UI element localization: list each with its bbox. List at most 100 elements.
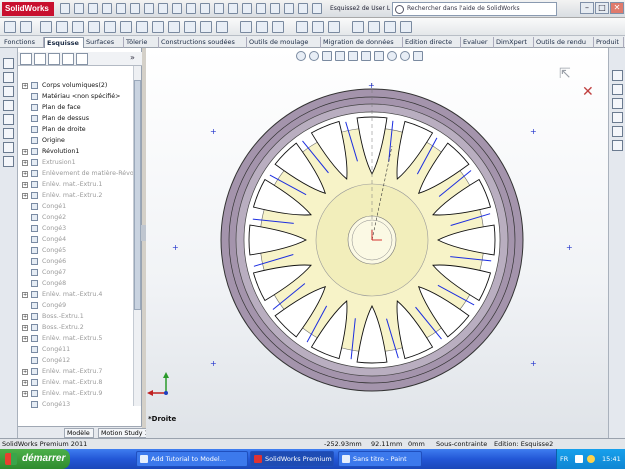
rapid-sketch-icon[interactable] bbox=[400, 21, 412, 33]
tree-item[interactable]: + Enlèv. mat.-Extru.5 bbox=[18, 333, 133, 344]
tree-item[interactable]: + Enlèv. mat.-Extru.4 bbox=[18, 289, 133, 300]
volume-icon[interactable] bbox=[587, 455, 595, 463]
tree-item[interactable]: + Enlèv. mat.-Extru.2 bbox=[18, 190, 133, 201]
expand-toggle-icon[interactable]: + bbox=[22, 160, 28, 166]
taskbar-item-solidworks[interactable]: SolidWorks Premium 2... bbox=[250, 451, 334, 467]
slot-icon[interactable] bbox=[72, 21, 84, 33]
expand-panel-icon[interactable]: » bbox=[130, 53, 135, 62]
options-icon[interactable] bbox=[158, 3, 168, 14]
sketch-line-icon[interactable] bbox=[172, 3, 182, 14]
sketch-circle-icon[interactable] bbox=[200, 3, 210, 14]
polygon-icon[interactable] bbox=[120, 21, 132, 33]
network-icon[interactable] bbox=[575, 455, 583, 463]
sketch-pattern-icon[interactable] bbox=[284, 3, 294, 14]
help-search-input[interactable]: Rechercher dans l'aide de SolidWorks bbox=[392, 2, 557, 16]
tree-item[interactable]: + Corps volumiques(2) bbox=[18, 80, 133, 91]
repair-sketch-icon[interactable] bbox=[368, 21, 380, 33]
tree-item[interactable]: + Enlèv. mat.-Extru.7 bbox=[18, 366, 133, 377]
sketch-icon[interactable] bbox=[4, 21, 16, 33]
tree-item[interactable]: Congé12 bbox=[18, 355, 133, 366]
maximize-button[interactable]: □ bbox=[595, 2, 609, 14]
expand-toggle-icon[interactable]: + bbox=[22, 193, 28, 199]
tree-item[interactable]: + Révolution1 bbox=[18, 146, 133, 157]
sketch-rectangle-icon[interactable] bbox=[186, 3, 196, 14]
tree-item[interactable]: Congé1 bbox=[18, 201, 133, 212]
graphics-area[interactable]: ⇱ ✕ + + + + + + + *Droite bbox=[146, 48, 608, 438]
tab-edition-directe[interactable]: Edition directe bbox=[403, 37, 461, 48]
expand-toggle-icon[interactable]: + bbox=[22, 336, 28, 342]
select-icon[interactable] bbox=[130, 3, 140, 14]
view-palette-icon[interactable] bbox=[3, 128, 14, 139]
tab-fonctions[interactable]: Fonctions bbox=[2, 37, 44, 48]
start-button[interactable]: démarrer bbox=[0, 449, 70, 469]
file-explorer-tab-icon[interactable] bbox=[612, 98, 623, 109]
tree-item[interactable]: Congé13 bbox=[18, 399, 133, 410]
view-palette-tab-icon[interactable] bbox=[612, 112, 623, 123]
undo-icon[interactable] bbox=[116, 3, 126, 14]
expand-toggle-icon[interactable]: + bbox=[22, 171, 28, 177]
point-icon[interactable] bbox=[216, 21, 228, 33]
relations-icon[interactable] bbox=[298, 3, 308, 14]
tree-item[interactable]: Congé11 bbox=[18, 344, 133, 355]
tab-esquisse[interactable]: Esquisse bbox=[44, 37, 84, 48]
dimension-icon[interactable] bbox=[312, 3, 322, 14]
sketch-trim-icon[interactable] bbox=[242, 3, 252, 14]
display-relations-icon[interactable] bbox=[352, 21, 364, 33]
tree-scrollbar-thumb[interactable] bbox=[134, 80, 141, 310]
search-tool-icon[interactable] bbox=[3, 114, 14, 125]
tree-item[interactable]: + Enlèv. mat.-Extru.1 bbox=[18, 179, 133, 190]
resources-icon[interactable] bbox=[3, 72, 14, 83]
custom-properties-icon[interactable] bbox=[3, 156, 14, 167]
expand-toggle-icon[interactable]: + bbox=[22, 380, 28, 386]
trim-entities-icon[interactable] bbox=[240, 21, 252, 33]
save-icon[interactable] bbox=[88, 3, 98, 14]
close-button[interactable]: ✕ bbox=[610, 2, 624, 14]
fillet-sketch-icon[interactable] bbox=[168, 21, 180, 33]
solidworks-logo[interactable]: SolidWorks bbox=[2, 2, 54, 16]
design-library-icon[interactable] bbox=[3, 86, 14, 97]
tab-evaluer[interactable]: Evaluer bbox=[461, 37, 494, 48]
design-library-tab-icon[interactable] bbox=[612, 84, 623, 95]
tab-motion-study[interactable]: Motion Study 1 bbox=[98, 428, 152, 438]
sketch-mirror-icon[interactable] bbox=[270, 3, 280, 14]
expand-toggle-icon[interactable]: + bbox=[22, 83, 28, 89]
language-indicator[interactable]: FR bbox=[560, 449, 568, 469]
linear-pattern-icon[interactable] bbox=[312, 21, 324, 33]
tree-item[interactable]: Congé8 bbox=[18, 278, 133, 289]
featuremanager-tab-icon[interactable] bbox=[20, 53, 32, 65]
taskbar-item-tutorial[interactable]: Add Tutorial to Model... bbox=[136, 451, 248, 467]
file-explorer-icon[interactable] bbox=[3, 100, 14, 111]
tree-item[interactable]: Plan de dessus bbox=[18, 113, 133, 124]
new-file-icon[interactable] bbox=[60, 3, 70, 14]
tree-item[interactable]: Origine bbox=[18, 135, 133, 146]
tab-constructions-soudees[interactable]: Constructions soudées bbox=[159, 37, 247, 48]
tree-item[interactable]: + Extrusion1 bbox=[18, 157, 133, 168]
minimize-button[interactable]: – bbox=[580, 2, 594, 14]
tab-migration-de-donnees[interactable]: Migration de données bbox=[321, 37, 403, 48]
spline-icon[interactable] bbox=[136, 21, 148, 33]
display-manager-tab-icon[interactable] bbox=[76, 53, 88, 65]
tree-item[interactable]: Congé4 bbox=[18, 234, 133, 245]
tab-surfaces[interactable]: Surfaces bbox=[84, 37, 124, 48]
dimxpert-tab-icon[interactable] bbox=[62, 53, 74, 65]
custom-properties-tab-icon[interactable] bbox=[612, 140, 623, 151]
expand-toggle-icon[interactable]: + bbox=[22, 314, 28, 320]
expand-toggle-icon[interactable]: + bbox=[22, 369, 28, 375]
tree-item[interactable]: Plan de face bbox=[18, 102, 133, 113]
tree-item[interactable]: + Boss.-Extru.2 bbox=[18, 322, 133, 333]
convert-entities-icon[interactable] bbox=[256, 21, 268, 33]
tree-item[interactable]: Plan de droite bbox=[18, 124, 133, 135]
arc-icon[interactable] bbox=[104, 21, 116, 33]
rectangle-icon[interactable] bbox=[56, 21, 68, 33]
expand-toggle-icon[interactable]: + bbox=[22, 182, 28, 188]
home-icon[interactable] bbox=[3, 58, 14, 69]
tree-item[interactable]: Congé3 bbox=[18, 223, 133, 234]
smart-dimension-icon[interactable] bbox=[20, 21, 32, 33]
mirror-entities-icon[interactable] bbox=[296, 21, 308, 33]
expand-toggle-icon[interactable]: + bbox=[22, 149, 28, 155]
appearances-tab-icon[interactable] bbox=[612, 126, 623, 137]
rebuild-icon[interactable] bbox=[144, 3, 154, 14]
tree-item[interactable]: Matériau <non spécifié> bbox=[18, 91, 133, 102]
tab-outils-de-moulage[interactable]: Outils de moulage bbox=[247, 37, 321, 48]
propertymanager-tab-icon[interactable] bbox=[34, 53, 46, 65]
